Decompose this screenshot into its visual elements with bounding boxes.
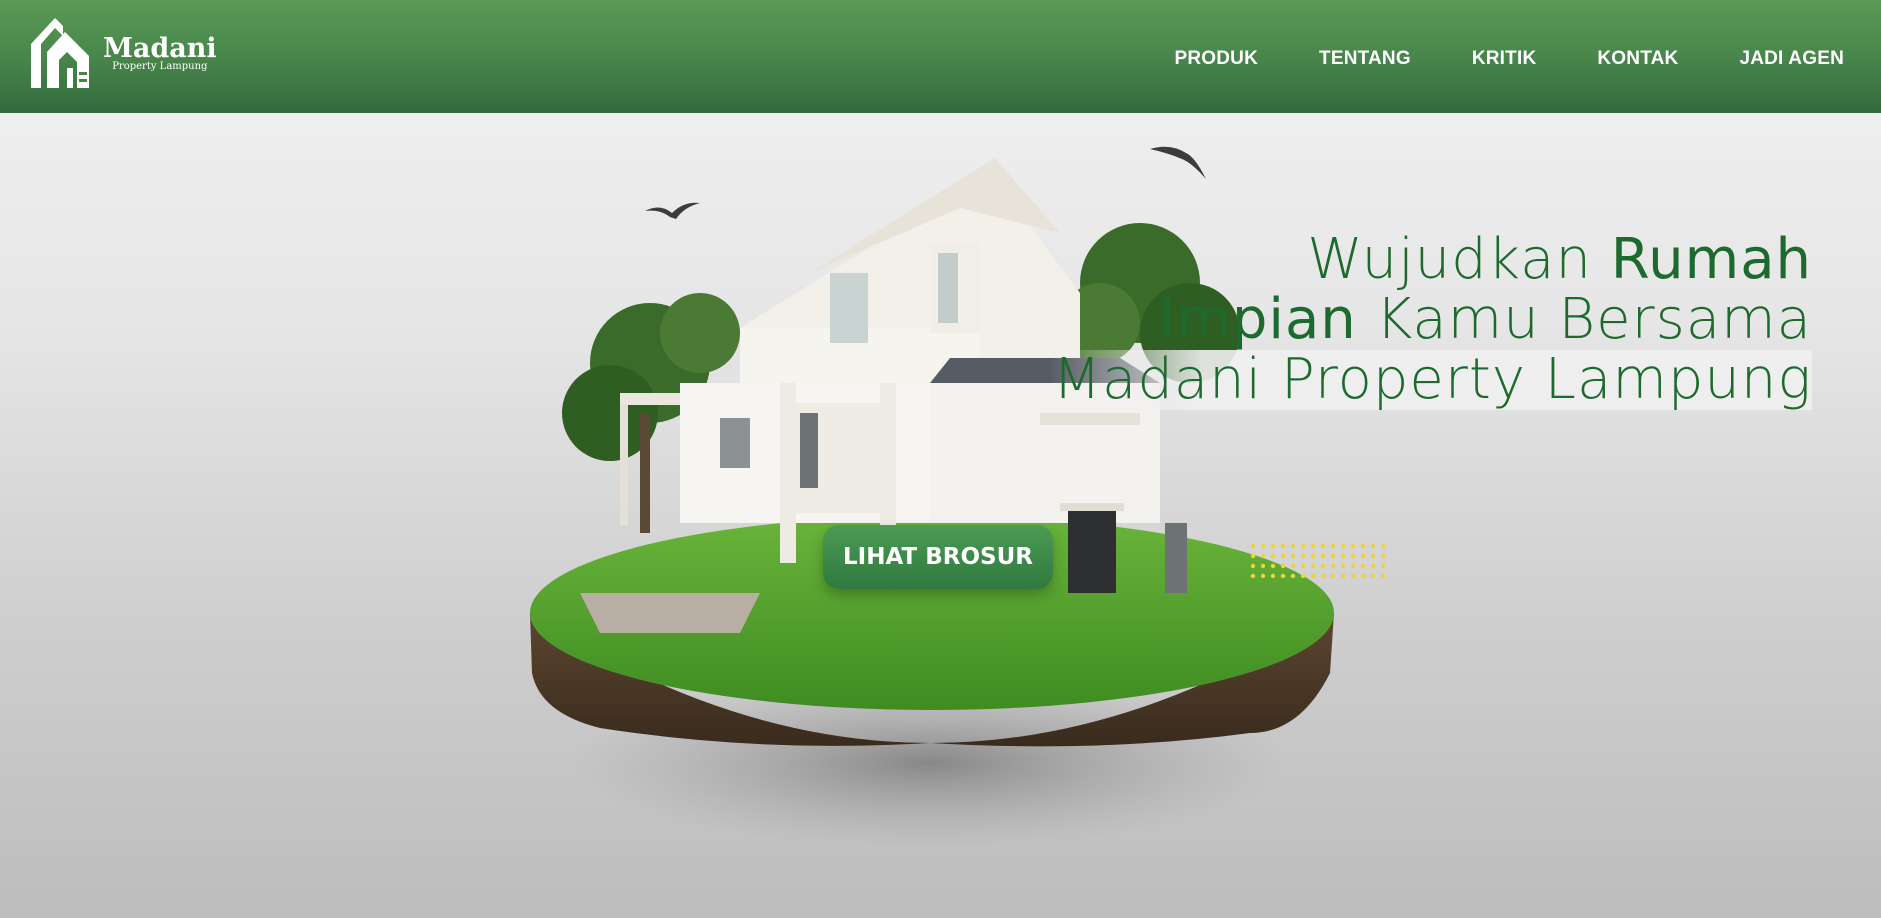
hero-section: Wujudkan Rumah Impian Kamu Bersama Madan… <box>0 113 1881 918</box>
brand-tagline: Property Lampung <box>112 60 208 72</box>
headline-line1-bold: Rumah <box>1610 227 1812 292</box>
nav-tentang[interactable]: TENTANG <box>1319 48 1411 70</box>
dots-decoration <box>1250 538 1386 578</box>
brand-name: Madani <box>103 32 217 64</box>
bird-icon <box>645 202 700 219</box>
house-logo-icon <box>31 18 89 88</box>
nav-kontak[interactable]: KONTAK <box>1597 48 1678 70</box>
nav-produk[interactable]: PRODUK <box>1174 48 1258 70</box>
bird-icon <box>1150 146 1206 179</box>
site-header: Madani Property Lampung PRODUK TENTANG K… <box>0 0 1881 113</box>
lihat-brosur-button[interactable]: LIHAT BROSUR <box>823 525 1053 589</box>
nav-kritik[interactable]: KRITIK <box>1472 48 1537 70</box>
main-nav: PRODUK TENTANG KRITIK KONTAK JADI AGEN <box>1174 48 1844 70</box>
headline-line2-light: Kamu Bersama <box>1356 287 1812 352</box>
headline-line1-light: Wujudkan <box>1307 227 1611 292</box>
logo[interactable]: Madani Property Lampung <box>29 16 217 90</box>
headline-line3: Madani Property Lampung <box>1052 347 1812 412</box>
hero-headline: Wujudkan Rumah Impian Kamu Bersama Madan… <box>1048 227 1812 412</box>
nav-jadi-agen[interactable]: JADI AGEN <box>1739 48 1844 70</box>
logo-text: Madani Property Lampung <box>103 32 217 72</box>
headline-line2-bold: Impian <box>1158 287 1357 352</box>
